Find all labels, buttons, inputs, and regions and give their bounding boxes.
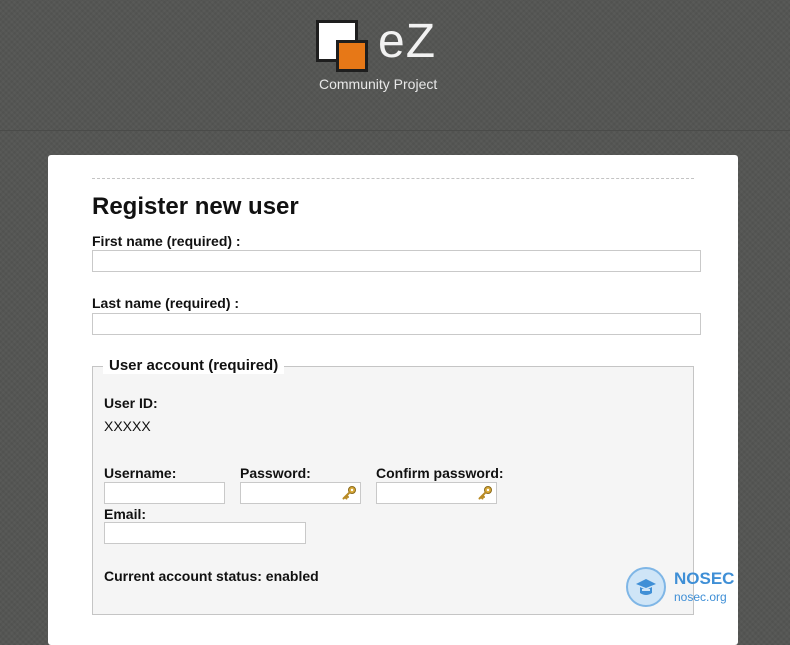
email-input[interactable] — [104, 522, 306, 544]
ez-logo[interactable]: eZ Community Project — [316, 15, 466, 98]
user-id-value: XXXXX — [104, 418, 151, 434]
watermark-name: NOSEC — [674, 569, 735, 588]
site-header: eZ Community Project — [0, 0, 790, 131]
first-name-input[interactable] — [92, 250, 701, 272]
key-icon — [478, 486, 492, 500]
confirm-password-label: Confirm password: — [376, 465, 504, 481]
user-account-legend: User account (required) — [103, 357, 285, 374]
divider — [92, 178, 694, 179]
nosec-logo-icon — [626, 567, 666, 607]
nosec-watermark: NOSEC nosec.org — [626, 567, 756, 613]
password-input[interactable] — [240, 482, 361, 504]
last-name-label: Last name (required) : — [92, 295, 240, 311]
username-label: Username: — [104, 465, 177, 481]
watermark-url: nosec.org — [674, 590, 727, 604]
user-account-fieldset: User account (required) User ID: XXXXX U… — [92, 357, 694, 615]
account-status-text: Current account status: enabled — [104, 568, 319, 584]
ez-logo-mark-icon — [316, 20, 372, 72]
last-name-input[interactable] — [92, 313, 701, 335]
user-id-label: User ID: — [104, 395, 158, 411]
username-input[interactable] — [104, 482, 225, 504]
confirm-password-input[interactable] — [376, 482, 497, 504]
logo-tagline: Community Project — [319, 76, 438, 92]
first-name-label: First name (required) : — [92, 233, 241, 249]
key-icon — [342, 486, 356, 500]
page-title: Register new user — [92, 193, 299, 220]
password-label: Password: — [240, 465, 311, 481]
logo-brand-text: eZ — [378, 15, 437, 68]
email-label: Email: — [104, 506, 147, 522]
